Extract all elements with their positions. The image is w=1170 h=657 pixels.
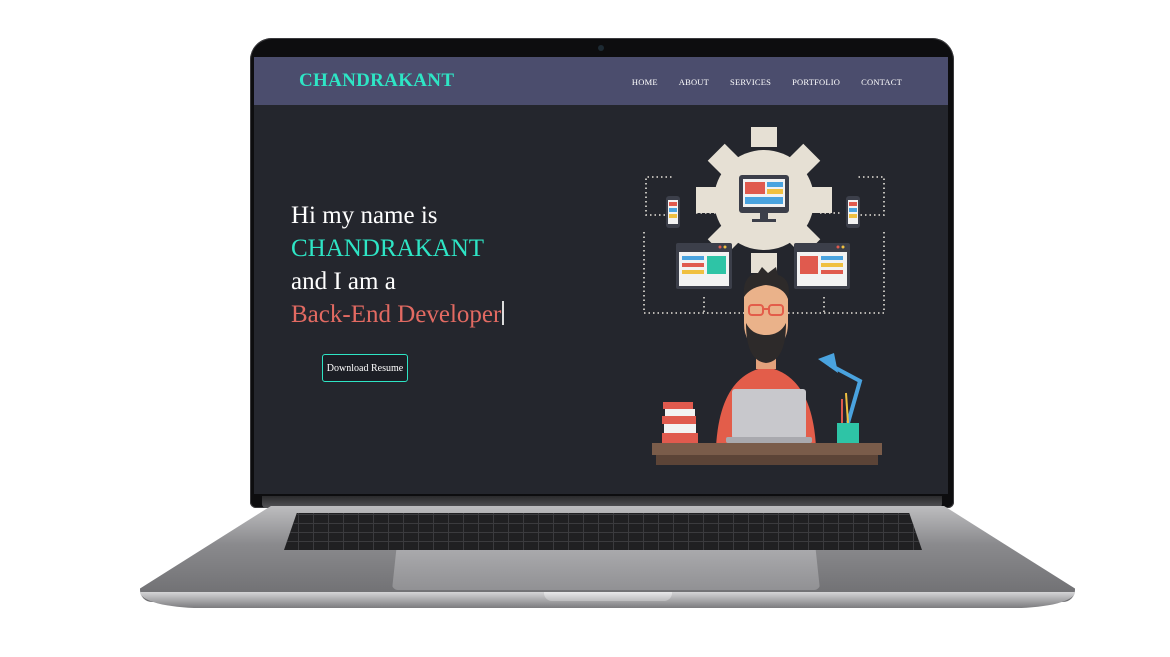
browser-window-icon-right: [794, 243, 850, 289]
laptop-icon: [726, 389, 812, 443]
hero-intro: Hi my name is CHANDRAKANT and I am a Bac…: [291, 199, 504, 331]
webcam-icon: [598, 45, 604, 51]
typing-cursor: [502, 301, 504, 325]
laptop-screen: CHANDRAKANT HOME ABOUT SERVICES PORTFOLI…: [254, 57, 948, 494]
nav-item-about[interactable]: ABOUT: [679, 77, 709, 87]
laptop-notch: [544, 592, 672, 601]
nav-item-portfolio[interactable]: PORTFOLIO: [792, 77, 840, 87]
nav-item-contact[interactable]: CONTACT: [861, 77, 902, 87]
nav-menu: HOME ABOUT SERVICES PORTFOLIO CONTACT: [632, 77, 902, 87]
laptop-keyboard: [284, 513, 922, 550]
desk: [652, 443, 882, 455]
nav-item-services[interactable]: SERVICES: [730, 77, 771, 87]
navbar: CHANDRAKANT HOME ABOUT SERVICES PORTFOLI…: [254, 57, 948, 105]
hero-name: CHANDRAKANT: [291, 235, 485, 262]
phone-icon: [666, 196, 680, 228]
download-resume-button[interactable]: Download Resume: [322, 354, 408, 382]
nav-item-home[interactable]: HOME: [632, 77, 658, 87]
browser-window-icon: [676, 243, 732, 289]
hero-greeting: Hi my name is: [291, 202, 438, 229]
hero-role-text: Back-End Developer: [291, 301, 502, 328]
brand-logo[interactable]: CHANDRAKANT: [299, 70, 454, 92]
desk-lamp-icon: [818, 353, 863, 443]
hero-connector: and I am a: [291, 268, 396, 295]
developer-illustration: [643, 127, 885, 465]
laptop-trackpad: [392, 550, 820, 590]
phone-icon-right: [846, 196, 860, 228]
books-icon: [662, 402, 698, 443]
hero-role: Back-End Developer: [291, 298, 504, 331]
